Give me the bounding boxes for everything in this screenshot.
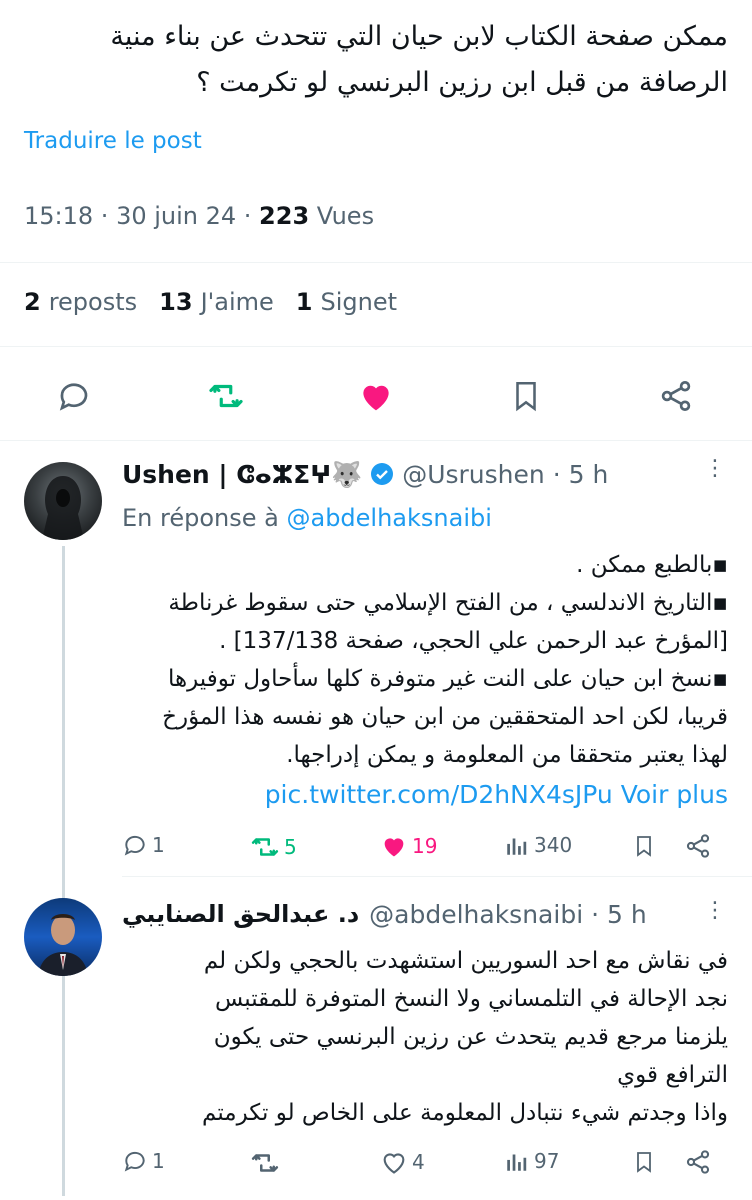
verified-badge-icon (371, 463, 394, 485)
reply-icon (124, 1151, 145, 1172)
post-text: ممكن صفحة الكتاب لابن حيان التي تتحدث عن… (110, 21, 728, 98)
divider (0, 440, 752, 441)
bookmark-button[interactable] (632, 832, 656, 860)
share-button[interactable] (684, 1148, 712, 1176)
reply-action-bar: 1 5 19 340 (0, 832, 752, 868)
views-button[interactable]: 97 (504, 1148, 559, 1174)
share-icon (686, 1150, 710, 1174)
thread-connector (62, 546, 65, 1196)
views-label: Vues (316, 202, 375, 230)
reposts-stat[interactable]: 2 reposts (24, 288, 137, 316)
reply-author-name[interactable]: Ushen | ⵛⴰⵣⵉⵖ🐺 (122, 460, 362, 489)
share-icon (686, 834, 710, 858)
heart-filled-icon (384, 838, 404, 857)
like-button[interactable] (354, 374, 398, 418)
reply-context: En réponse à @abdelhaksnaibi (122, 504, 492, 532)
avatar[interactable] (24, 462, 102, 540)
likes-stat[interactable]: 13 J'aime (159, 288, 274, 316)
share-icon (661, 381, 691, 411)
views-count: 223 (259, 202, 310, 230)
reply-button[interactable]: 1 (122, 1148, 165, 1174)
heart-filled-icon (363, 385, 389, 411)
see-more-link[interactable]: Voir plus (621, 780, 728, 809)
share-button[interactable] (654, 374, 698, 418)
reply-to-handle[interactable]: @abdelhaksnaibi (286, 504, 491, 532)
reply-header: Ushen | ⵛⴰⵣⵉⵖ🐺 @Usrushen · 5 h (122, 460, 608, 490)
reply-author-handle[interactable]: @Usrushen (402, 460, 545, 489)
retweet-button[interactable] (204, 374, 248, 418)
divider (0, 346, 752, 347)
post-action-bar (0, 366, 752, 426)
reply-text: ▪بالطبع ممكن . ▪التاريخ الاندلسي ، من ال… (162, 552, 728, 768)
like-button[interactable]: 4 (380, 1148, 425, 1176)
reply-button[interactable] (52, 374, 96, 418)
retweet-icon (251, 838, 279, 856)
bookmark-icon (516, 381, 536, 412)
retweet-icon (251, 1154, 279, 1172)
translate-link[interactable]: Traduire le post (24, 128, 202, 154)
more-options-icon[interactable]: ⋮ (704, 456, 727, 481)
reply-time[interactable]: · 5 h (553, 460, 609, 489)
reply-author-handle[interactable]: @abdelhaksnaibi (369, 900, 583, 929)
reply-action-bar: 1 4 97 (0, 1148, 752, 1184)
analytics-icon (507, 1154, 527, 1171)
heart-icon (383, 1153, 405, 1174)
retweet-button[interactable]: 5 (250, 832, 297, 862)
post-meta: 15:18 · 30 juin 24 · 223 Vues (24, 202, 375, 230)
bookmark-icon (637, 1152, 651, 1173)
more-options-icon[interactable]: ⋮ (704, 898, 727, 923)
retweet-button[interactable] (250, 1148, 284, 1178)
post-date[interactable]: 30 juin 24 (116, 202, 236, 230)
reply-icon (59, 383, 88, 411)
media-link[interactable]: pic.twitter.com/D2hNX4sJPu (265, 780, 613, 809)
reply-icon (124, 835, 145, 856)
reply-time[interactable]: · 5 h (591, 900, 647, 929)
bookmark-icon (637, 836, 651, 857)
reply-header: @abdelhaksnaibi · 5 h (369, 900, 647, 929)
like-button[interactable]: 19 (380, 832, 437, 860)
divider (122, 876, 752, 877)
reply-button[interactable]: 1 (122, 832, 165, 858)
share-button[interactable] (684, 832, 712, 860)
analytics-icon (507, 838, 527, 855)
bookmarks-stat[interactable]: 1 Signet (296, 288, 397, 316)
bookmark-button[interactable] (632, 1148, 656, 1176)
reply-link-line: pic.twitter.com/D2hNX4sJPu Voir plus (265, 780, 728, 809)
bookmark-button[interactable] (504, 374, 548, 418)
reply-author-name[interactable]: د. عبدالحق الصنايبي (122, 900, 359, 928)
post-stats: 2 reposts 13 J'aime 1 Signet (24, 288, 397, 316)
avatar[interactable] (24, 898, 102, 976)
post-time[interactable]: 15:18 (24, 202, 93, 230)
divider (0, 262, 752, 263)
views-button[interactable]: 340 (504, 832, 572, 858)
retweet-icon (209, 384, 243, 408)
reply-text: في نقاش مع احد السوريين استشهدت بالحجي و… (202, 948, 728, 1126)
